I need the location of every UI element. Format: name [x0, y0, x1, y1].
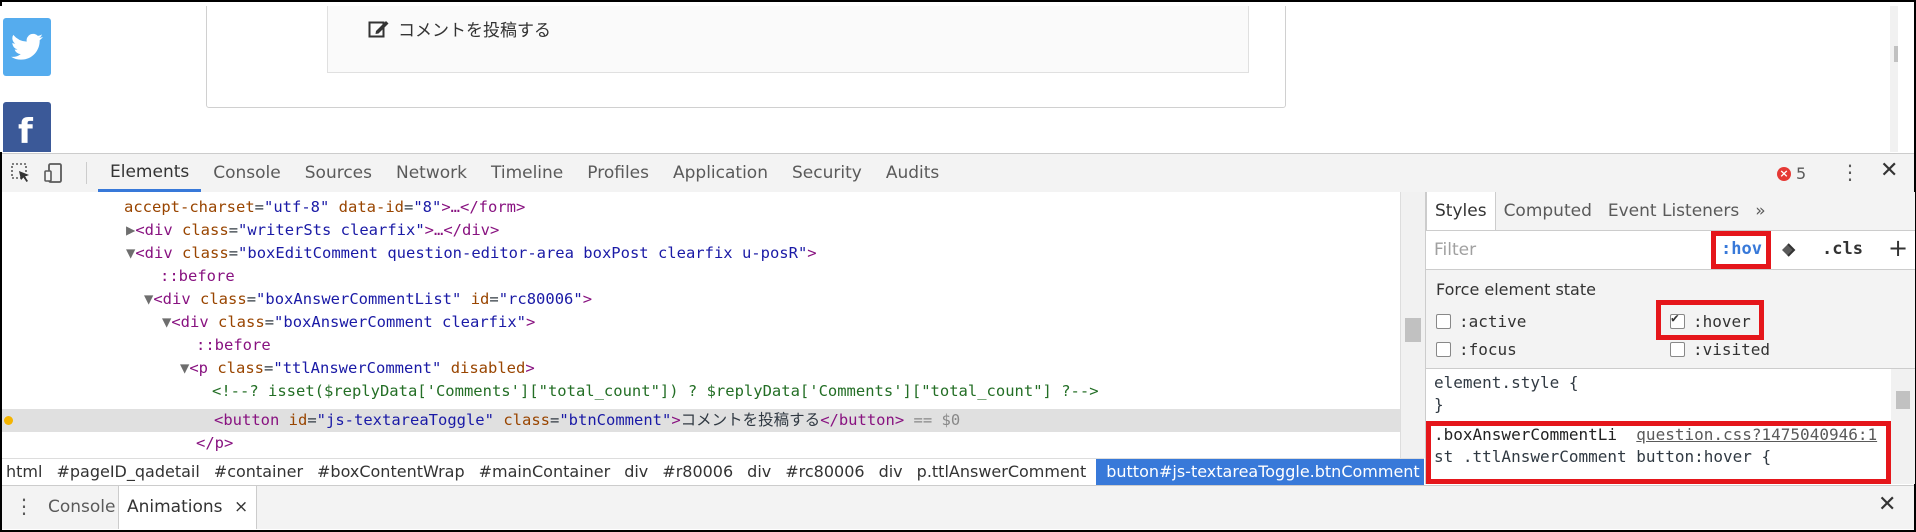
styles-filter-bar: Filter :hov .cls + [1426, 231, 1915, 270]
device-mode-icon[interactable] [44, 162, 66, 184]
facebook-icon: f [18, 112, 33, 152]
elements-scrollbar[interactable] [1400, 192, 1425, 458]
hover-checkbox[interactable] [1670, 311, 1685, 329]
page-scroll-thumb[interactable] [1894, 46, 1898, 62]
more-tabs-icon[interactable]: » [1747, 192, 1773, 230]
tab-computed[interactable]: Computed [1496, 192, 1600, 230]
crumb-p[interactable]: p.ttlAnswerComment [913, 459, 1097, 485]
tab-event-listeners[interactable]: Event Listeners [1600, 192, 1747, 230]
force-element-state: Force element state :active :hover :focu… [1426, 270, 1915, 369]
tab-sources[interactable]: Sources [293, 154, 384, 192]
tab-network[interactable]: Network [384, 154, 479, 192]
tree-line-form[interactable]: accept-charset="utf-8" data-id="8">…</fo… [124, 196, 525, 219]
page-scrollbar[interactable]: ▼ [1890, 6, 1898, 152]
comment-inner-box: コメントを投稿する [327, 6, 1249, 73]
tree-line-commentlist[interactable]: ▼<div class="boxAnswerCommentList" id="r… [144, 288, 592, 311]
tab-security[interactable]: Security [780, 154, 874, 192]
drawer-tab-animations[interactable]: Animations × [118, 486, 258, 529]
visited-checkbox[interactable] [1670, 342, 1685, 357]
tree-line-before-1[interactable]: ::before [160, 265, 235, 288]
state-focus[interactable]: :focus [1436, 340, 1517, 359]
force-state-title: Force element state [1436, 280, 1596, 299]
post-comment-button[interactable]: コメントを投稿する [368, 16, 551, 41]
elements-scroll-thumb[interactable] [1405, 318, 1421, 342]
devtools-menu-icon[interactable]: ⋮ [1840, 160, 1860, 184]
tab-audits[interactable]: Audits [874, 154, 951, 192]
crumb-boxcontentwrap[interactable]: #boxContentWrap [313, 459, 475, 485]
toggle-hov-button[interactable]: :hov [1721, 239, 1762, 259]
facebook-share-button[interactable]: f [3, 102, 51, 152]
styles-pane: Styles Computed Event Listeners » Filter… [1425, 192, 1915, 484]
crumb-pageid[interactable]: #pageID_qadetail [52, 459, 209, 485]
inspect-element-icon[interactable] [10, 162, 32, 184]
tab-styles[interactable]: Styles [1426, 192, 1496, 230]
close-devtools-icon[interactable]: ✕ [1880, 158, 1898, 183]
devtools-toolbar: Elements Console Sources Network Timelin… [2, 153, 1914, 193]
drawer-tab-console[interactable]: Console [40, 486, 124, 529]
twitter-share-button[interactable] [3, 18, 51, 76]
tree-line-button[interactable]: <button id="js-textareaToggle" class="bt… [214, 409, 960, 432]
crumb-html[interactable]: html [2, 459, 52, 485]
collapse-triangle-icon[interactable]: ▼ [180, 359, 189, 377]
element-classes-icon[interactable] [1776, 241, 1800, 259]
close-animations-tab-icon[interactable]: × [234, 497, 248, 517]
tree-line-before-2[interactable]: ::before [196, 334, 271, 357]
tab-timeline[interactable]: Timeline [479, 154, 575, 192]
page-viewport: f コメントを投稿する ▼ [0, 6, 1898, 152]
crumb-rc80006[interactable]: #rc80006 [781, 459, 874, 485]
animations-label: Animations [127, 497, 223, 517]
style-rules: element.style { } .boxAnswerCommentLi qu… [1426, 369, 1891, 484]
tree-line-writersts[interactable]: ▶<div class="writerSts clearfix">…</div> [126, 219, 499, 242]
highlight-hover-rule [1426, 421, 1891, 484]
state-hover[interactable]: :hover [1670, 311, 1751, 331]
active-checkbox[interactable] [1436, 314, 1451, 329]
breakpoint-marker-icon [4, 416, 13, 425]
styles-filter-input[interactable]: Filter [1434, 240, 1476, 260]
new-style-rule-button[interactable]: + [1888, 234, 1908, 262]
focus-checkbox[interactable] [1436, 342, 1451, 357]
toolbar-divider [86, 162, 87, 184]
tab-profiles[interactable]: Profiles [575, 154, 661, 192]
tree-line-p-close[interactable]: </p> [196, 432, 233, 455]
element-style-open[interactable]: element.style { [1434, 373, 1579, 392]
element-style-close: } [1434, 395, 1444, 414]
crumb-div-3[interactable]: div [875, 459, 913, 485]
collapse-triangle-icon[interactable]: ▼ [126, 244, 135, 262]
crumb-maincontainer[interactable]: #mainContainer [475, 459, 621, 485]
tab-console[interactable]: Console [201, 154, 293, 192]
close-drawer-icon[interactable]: ✕ [1878, 492, 1896, 517]
error-count: 5 [1796, 164, 1807, 183]
expand-triangle-icon[interactable]: ▶ [126, 221, 135, 239]
error-icon: × [1777, 166, 1791, 181]
tree-line-boxeditcomment[interactable]: ▼<div class="boxEditComment question-edi… [126, 242, 817, 265]
styles-scrollbar[interactable] [1891, 369, 1915, 484]
state-visited[interactable]: :visited [1670, 340, 1770, 359]
styles-tabs: Styles Computed Event Listeners » [1426, 192, 1915, 231]
crumb-div-1[interactable]: div [620, 459, 658, 485]
toggle-cls-button[interactable]: .cls [1822, 239, 1863, 259]
crumb-div-2[interactable]: div [743, 459, 781, 485]
crumb-button-selected[interactable]: button#js-textareaToggle.btnComment [1096, 459, 1424, 485]
tree-line-answercomment[interactable]: ▼<div class="boxAnswerComment clearfix"> [162, 311, 535, 334]
state-active[interactable]: :active [1436, 312, 1526, 331]
tab-elements[interactable]: Elements [98, 154, 202, 192]
error-counter[interactable]: × 5 [1777, 164, 1806, 183]
edit-icon [368, 20, 389, 37]
drawer-menu-icon[interactable]: ⋮ [14, 494, 34, 518]
twitter-icon [11, 33, 43, 60]
post-comment-label: コメントを投稿する [398, 21, 551, 41]
comment-container: コメントを投稿する [206, 6, 1286, 108]
breadcrumb: html #pageID_qadetail #container #boxCon… [2, 458, 1424, 485]
tab-application[interactable]: Application [661, 154, 780, 192]
elements-tree: accept-charset="utf-8" data-id="8">…</fo… [2, 192, 1400, 458]
collapse-triangle-icon[interactable]: ▼ [144, 290, 153, 308]
devtools-drawer: ⋮ Console Animations × ✕ [2, 485, 1914, 529]
crumb-r80006[interactable]: #r80006 [658, 459, 743, 485]
collapse-triangle-icon[interactable]: ▼ [162, 313, 171, 331]
crumb-container[interactable]: #container [210, 459, 313, 485]
styles-scroll-thumb[interactable] [1896, 391, 1910, 409]
devtools-tabs: Elements Console Sources Network Timelin… [98, 154, 951, 192]
tree-line-comment[interactable]: <!--? isset($replyData['Comments']["tota… [212, 380, 1099, 403]
tree-line-p[interactable]: ▼<p class="ttlAnswerComment" disabled> [180, 357, 535, 380]
